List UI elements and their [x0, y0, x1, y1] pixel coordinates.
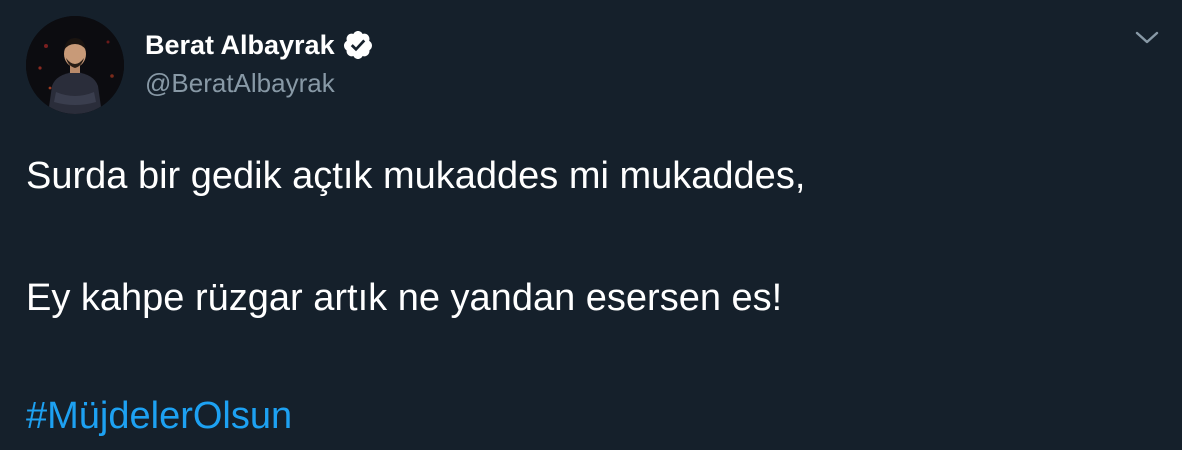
author-block[interactable]: Berat Albayrak @BeratAlbayrak — [145, 28, 374, 99]
verified-badge-icon — [342, 29, 374, 61]
display-name[interactable]: Berat Albayrak — [145, 28, 335, 62]
chevron-down-icon[interactable] — [1132, 26, 1162, 50]
author-name-row: Berat Albayrak — [145, 28, 374, 62]
handle[interactable]: @BeratAlbayrak — [145, 67, 374, 99]
profile-photo-icon — [26, 16, 124, 114]
hashtag-link[interactable]: #MüjdelerOlsun — [26, 393, 292, 439]
tweet-text-line-1: Surda bir gedik açtık mukaddes mi mukadd… — [26, 155, 806, 197]
tweet-text-line-2: Ey kahpe rüzgar artık ne yandan esersen … — [26, 277, 783, 319]
avatar[interactable] — [26, 16, 124, 114]
tweet-card: Berat Albayrak @BeratAlbayrak Surda bir … — [0, 0, 1182, 450]
